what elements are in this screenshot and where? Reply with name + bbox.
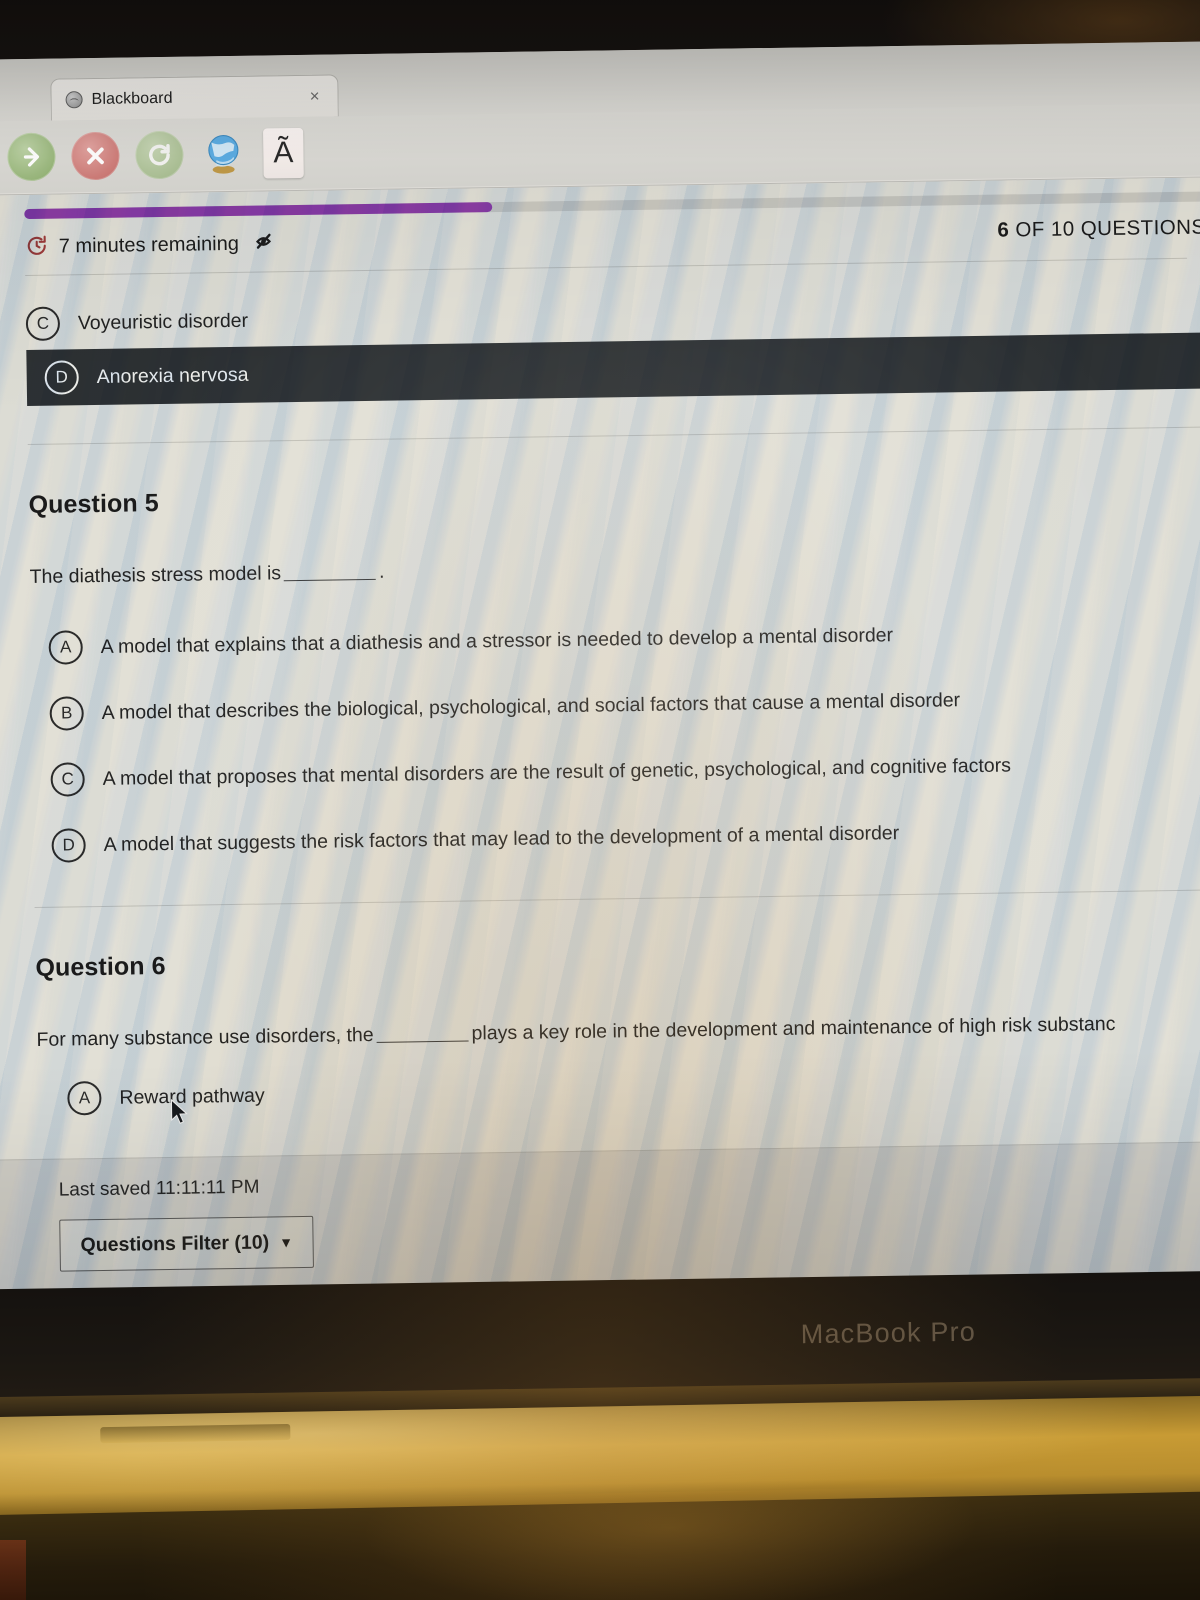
question-6-stem-before: For many substance use disorders, the: [36, 1023, 374, 1051]
questions-remaining-text: OF 10 QUESTIONS REM: [1015, 215, 1200, 242]
hide-timer-icon[interactable]: [255, 231, 279, 256]
globe-icon[interactable]: [199, 130, 248, 179]
option-letter: A: [67, 1080, 102, 1116]
mouse-cursor: [169, 1098, 189, 1127]
timer-text: 7 minutes remaining: [58, 232, 240, 258]
desk-light-glow: [359, 1486, 982, 1600]
option-text: A model that explains that a diathesis a…: [100, 623, 894, 658]
option-letter: B: [49, 696, 84, 731]
tab-title: Blackboard: [91, 89, 173, 108]
browser-tab-blackboard[interactable]: Blackboard ×: [50, 74, 339, 121]
photo-scene: Blackboard × Ã 7 minutes remaining 6 OF …: [0, 0, 1200, 1600]
questions-filter-button[interactable]: Questions Filter (10) ▼: [59, 1215, 315, 1272]
question-5-stem-before: The diathesis stress model is: [29, 562, 282, 588]
close-icon[interactable]: ×: [305, 86, 323, 107]
option-letter: C: [50, 762, 85, 797]
previous-question-options: C Voyeuristic disorder D Anorexia nervos…: [0, 258, 1200, 417]
last-saved-status: Last saved 11:11:11 PM: [58, 1176, 260, 1201]
reload-icon[interactable]: [135, 130, 184, 180]
forward-icon[interactable]: [7, 132, 56, 182]
option-text: Reward pathway: [119, 1084, 265, 1109]
chevron-down-icon: ▼: [279, 1234, 294, 1251]
question-6-title: Question 6: [35, 952, 166, 982]
laptop-screen: Blackboard × Ã 7 minutes remaining 6 OF …: [0, 40, 1200, 1310]
option-letter: A: [48, 630, 83, 665]
option-text: Anorexia nervosa: [96, 363, 249, 388]
browser-chrome: Blackboard × Ã: [0, 40, 1200, 196]
question-5-block: Question 5 1 The diathesis stress model …: [0, 427, 1200, 880]
questions-remaining-counter: 6 OF 10 QUESTIONS REM: [997, 215, 1200, 243]
option-text: A model that proposes that mental disord…: [102, 753, 1012, 790]
option-row-a[interactable]: A Reward pathway: [37, 1056, 1200, 1124]
text-size-icon[interactable]: Ã: [263, 127, 304, 179]
questions-filter-label: Questions Filter (10): [80, 1231, 270, 1256]
option-text: Voyeuristic disorder: [77, 309, 249, 334]
deck-notch: [100, 1423, 291, 1444]
stopwatch-icon: [25, 232, 49, 261]
question-5-title: Question 5: [28, 489, 159, 519]
questions-remaining-count: 6: [997, 218, 1010, 242]
option-letter: D: [51, 828, 86, 863]
question-6-block: Question 6 1 For many substance use diso…: [0, 890, 1200, 1125]
stop-icon[interactable]: [71, 131, 120, 181]
option-text: A model that describes the biological, p…: [101, 688, 961, 724]
timer-group: 7 minutes remaining: [25, 229, 279, 262]
option-letter: D: [44, 360, 79, 395]
bottom-left-color-strip: [0, 1540, 26, 1600]
macbook-pro-label: MacBook Pro: [800, 1316, 977, 1350]
assessment-page: 7 minutes remaining 6 OF 10 QUESTIONS RE…: [0, 176, 1200, 1310]
globe-favicon-icon: [65, 91, 83, 109]
fill-in-blank: [284, 578, 377, 582]
question-5-options: A A model that explains that a diathesis…: [30, 571, 1200, 879]
option-text: A model that suggests the risk factors t…: [103, 821, 900, 856]
fill-in-blank: [376, 1040, 469, 1043]
question-5-stem-after: .: [378, 560, 385, 583]
option-letter: C: [25, 306, 61, 342]
